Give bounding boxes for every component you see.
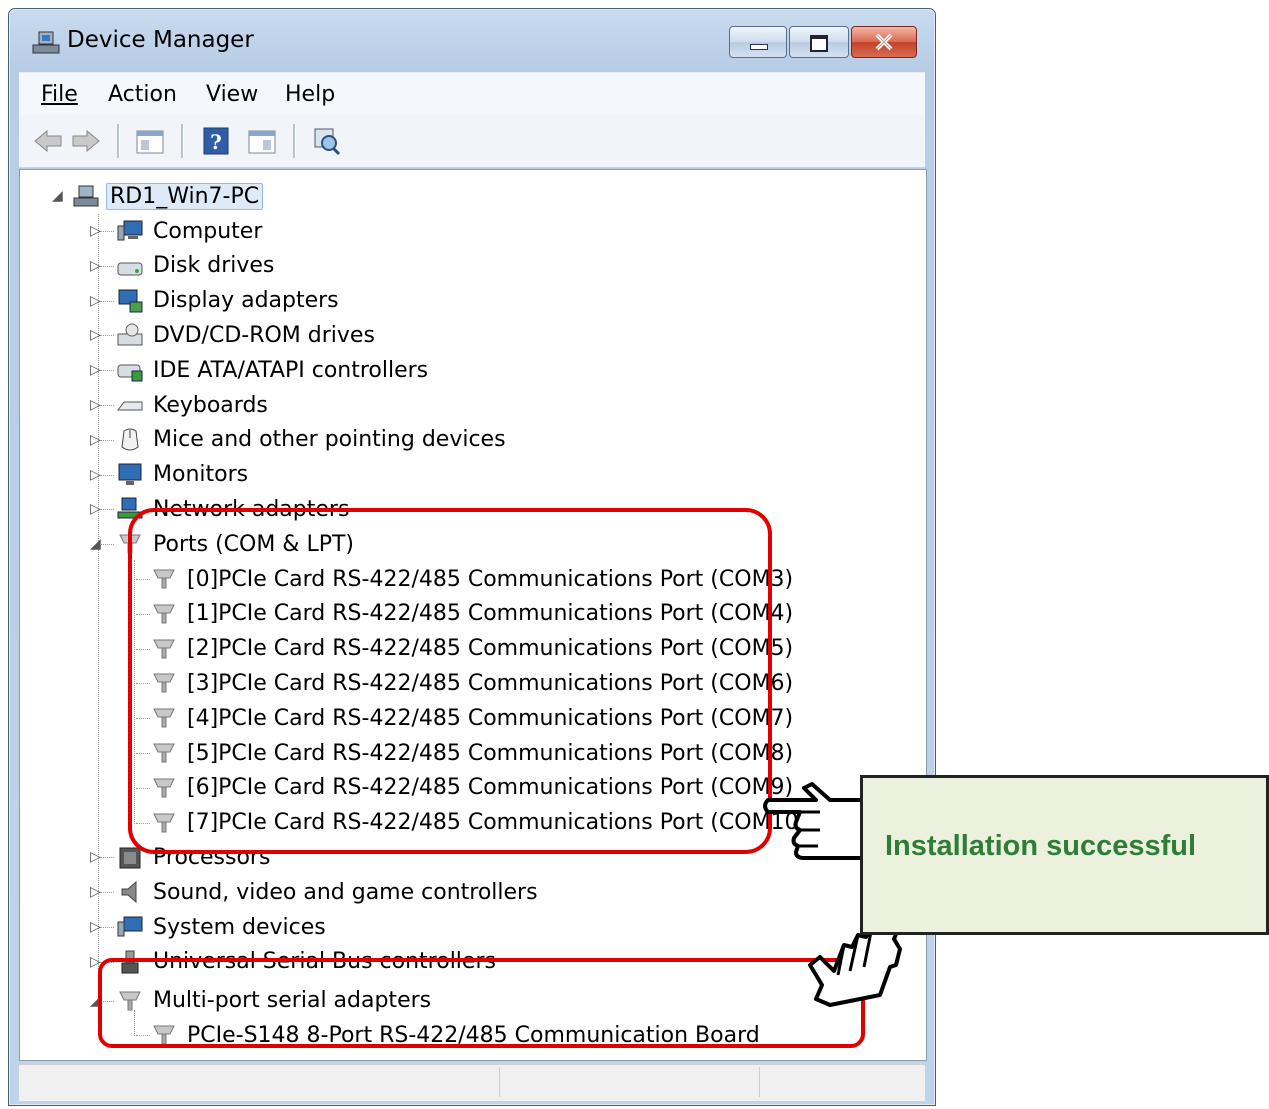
- forward-icon[interactable]: [69, 125, 103, 157]
- status-cell: [501, 1067, 760, 1097]
- callout-text: Installation successful: [885, 830, 1197, 862]
- computer-network-icon: [73, 185, 99, 207]
- tree-category[interactable]: Keyboards: [116, 388, 271, 422]
- tree-category[interactable]: Disk drives: [116, 249, 277, 283]
- tree-category[interactable]: System devices: [116, 910, 329, 944]
- ide-controller-icon: [117, 364, 143, 382]
- installation-callout: Installation successful: [860, 775, 1269, 935]
- tree-category[interactable]: Computer: [116, 214, 265, 248]
- toolbar: ?: [19, 115, 925, 168]
- tree-line: [100, 509, 114, 511]
- scan-hardware-icon[interactable]: [309, 125, 343, 157]
- monitor-icon: [118, 463, 142, 485]
- sound-icon: [121, 881, 137, 904]
- dvd-drive-icon: [117, 323, 143, 346]
- tree-category[interactable]: IDE ATA/ATAPI controllers: [116, 353, 431, 387]
- tree-line: [100, 927, 114, 928]
- tree-line: [100, 335, 114, 337]
- tree-category[interactable]: Mice and other pointing devices: [116, 423, 509, 457]
- tree-line: [100, 439, 114, 441]
- close-button[interactable]: [851, 26, 917, 58]
- tree-category[interactable]: Monitors: [116, 458, 251, 492]
- device-manager-icon: [32, 31, 60, 54]
- tree-line: [100, 405, 114, 406]
- menu-view[interactable]: View: [206, 82, 258, 107]
- tree-category-label: Mice and other pointing devices: [153, 427, 506, 453]
- close-icon: [875, 33, 893, 51]
- pointing-hand-icon: [763, 782, 866, 860]
- tree-category-label: Keyboards: [153, 392, 268, 418]
- menu-action[interactable]: Action: [108, 82, 177, 107]
- title-bar[interactable]: Device Manager: [9, 9, 935, 71]
- computer-icon: [117, 220, 143, 241]
- svg-text:?: ?: [210, 130, 222, 154]
- menu-bar: File Action View Help: [19, 72, 925, 116]
- tree-line: [100, 370, 114, 372]
- menu-file[interactable]: File: [41, 82, 78, 107]
- tree-line: [100, 300, 114, 302]
- status-cell: [19, 1067, 500, 1097]
- tree-category[interactable]: Display adapters: [116, 284, 342, 318]
- toolbar-separator: [181, 124, 184, 158]
- tree-root[interactable]: RD1_Win7-PC: [72, 179, 264, 213]
- properties-pane-icon[interactable]: [133, 125, 167, 157]
- tree-category-label: Sound, video and game controllers: [153, 879, 538, 905]
- tree-category-label: IDE ATA/ATAPI controllers: [153, 357, 429, 383]
- keyboard-icon: [117, 401, 143, 411]
- tree-category[interactable]: Sound, video and game controllers: [116, 875, 541, 909]
- maximize-button[interactable]: [789, 26, 849, 58]
- minimize-button[interactable]: [729, 26, 787, 58]
- multiport-highlight-box: [98, 958, 865, 1048]
- menu-help[interactable]: Help: [285, 82, 335, 107]
- tree-category-label: Display adapters: [153, 288, 339, 314]
- toolbar-separator: [117, 124, 120, 158]
- ports-highlight-box: [128, 508, 772, 854]
- disk-drive-icon: [117, 262, 143, 276]
- tree-line: [100, 265, 114, 267]
- tree-line: [100, 857, 114, 859]
- tree-category-label: Monitors: [153, 462, 249, 488]
- collapse-arrow-icon[interactable]: ◢: [52, 188, 63, 204]
- tree-root-label: RD1_Win7-PC: [106, 182, 264, 210]
- tree-line: [100, 474, 114, 476]
- show-hidden-icon[interactable]: [245, 125, 279, 157]
- back-icon[interactable]: [31, 125, 65, 157]
- status-bar: [19, 1064, 925, 1101]
- minimize-icon: [750, 44, 768, 50]
- tree-category-label: DVD/CD-ROM drives: [153, 322, 375, 348]
- tree-line: [100, 231, 114, 232]
- maximize-icon: [810, 35, 828, 52]
- tree-line: [100, 544, 114, 546]
- tree-category-label: Disk drives: [153, 253, 275, 279]
- system-device-icon: [117, 916, 143, 937]
- toolbar-separator: [293, 124, 296, 158]
- tree-category-label: Computer: [153, 218, 263, 244]
- help-icon[interactable]: ?: [199, 125, 233, 157]
- tree-line: [100, 892, 114, 894]
- tree-category-label: System devices: [153, 914, 326, 940]
- window-title: Device Manager: [67, 27, 254, 53]
- tree-category[interactable]: DVD/CD-ROM drives: [116, 318, 378, 352]
- mouse-icon: [121, 428, 139, 451]
- display-adapter-icon: [118, 289, 143, 313]
